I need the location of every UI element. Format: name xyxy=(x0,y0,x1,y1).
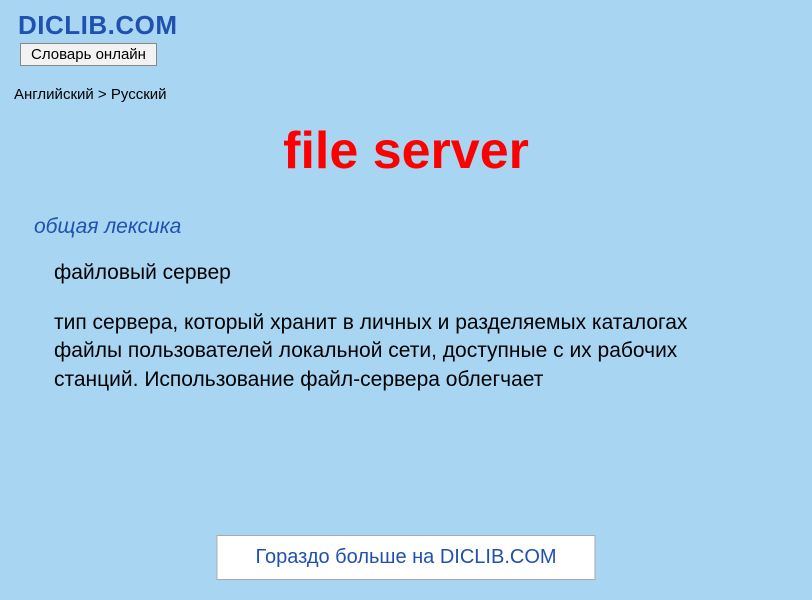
more-link[interactable]: Гораздо больше на DICLIB.COM xyxy=(216,535,595,580)
site-tagline: Словарь онлайн xyxy=(20,43,157,66)
breadcrumb: Английский > Русский xyxy=(0,70,812,103)
entry-description: тип сервера, который хранит в личных и р… xyxy=(54,309,754,394)
site-logo[interactable]: DICLIB.COM xyxy=(18,10,794,41)
page-header: DICLIB.COM Словарь онлайн xyxy=(0,0,812,70)
entry-content: общая лексика файловый сервер тип сервер… xyxy=(0,215,812,394)
entry-title: file server xyxy=(0,121,812,181)
entry-definition: файловый сервер xyxy=(54,261,778,285)
entry-category: общая лексика xyxy=(34,215,778,239)
